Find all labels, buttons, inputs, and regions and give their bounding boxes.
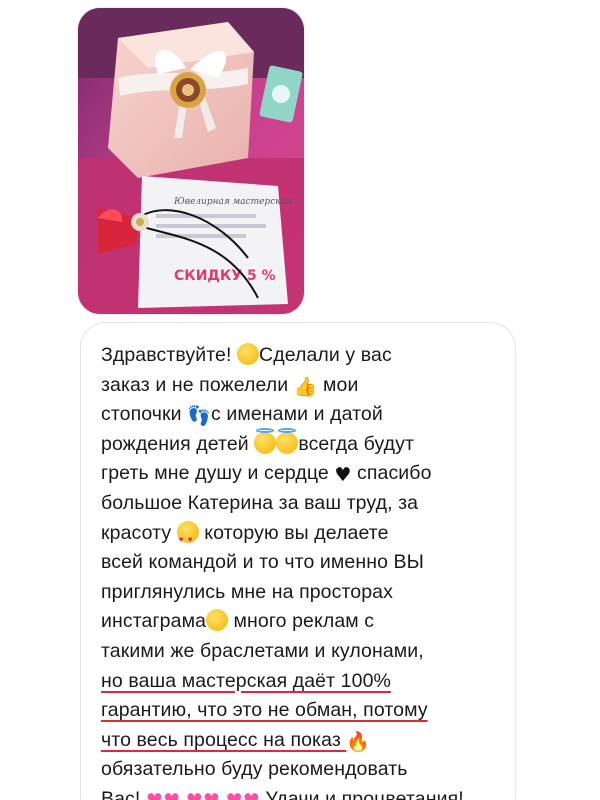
message-text: приглянулись мне на просторах — [101, 580, 393, 603]
message-line: но ваша мастерская даёт 100% — [101, 667, 495, 697]
message-text: рождения детей — [101, 432, 255, 455]
underlined-text: гарантию, что это не обман, потому — [101, 699, 428, 722]
message-line: обязательно буду рекомендовать — [101, 755, 495, 785]
message-line: приглянулись мне на просторах — [101, 578, 495, 608]
message-text: мои — [317, 373, 359, 396]
underlined-text: но ваша мастерская даёт 100% — [101, 669, 391, 692]
message-text: стопочки — [101, 403, 188, 426]
message-text: с именами и датой — [210, 403, 383, 426]
heart-eyes-icon — [176, 520, 199, 554]
message-text: Сделали у вас — [259, 344, 392, 366]
message-line: стопочки 👣с именами и датой — [101, 400, 495, 430]
message-line: гарантию, что это не обман, потому — [101, 696, 495, 726]
photo-message[interactable]: Ювелирная мастерская СКИДКУ 5 % — [78, 8, 304, 314]
message-line: большое Катерина за ваш труд, за — [101, 489, 495, 519]
smiling-face-icon — [237, 343, 260, 365]
two-hearts-icon: ♥♥ — [146, 791, 180, 800]
photo-discount-lettering: СКИДКУ 5 % — [174, 268, 276, 284]
message-line: инстаграма много реклам с — [101, 607, 495, 637]
message-line: заказ и не пожелели 👍 мои — [101, 371, 495, 401]
message-text: много реклам с — [228, 610, 375, 633]
message-text: всей командой и то что именно ВЫ — [101, 551, 425, 574]
message-text: Удачи и процветания! — [259, 787, 464, 800]
message-text: Вас! — [101, 787, 146, 800]
underlined-text: что весь процесс на показ — [101, 728, 347, 751]
black-heart-icon: ♥ — [334, 464, 352, 487]
message-text: такими же браслетами и кулонами, — [101, 639, 424, 662]
message-text: обязательно буду рекомендовать — [101, 758, 408, 781]
photo-card-lettering: Ювелирная мастерская — [173, 197, 292, 207]
footprints-icon: 👣 — [187, 405, 211, 428]
message-line: всей командой и то что именно ВЫ — [101, 548, 495, 578]
message-text: заказ и не пожелели — [101, 373, 294, 396]
thumbs-up-icon: 👍 — [293, 375, 318, 398]
message-line: Здравствуйте! Сделали у вас — [101, 341, 495, 371]
two-hearts-icon: ♥♥ — [186, 791, 220, 800]
message-text: Здравствуйте! — [101, 344, 238, 366]
gift-box-photo: Ювелирная мастерская СКИДКУ 5 % — [78, 8, 304, 314]
message-line: греть мне душу и сердце ♥ спасибо — [101, 459, 495, 489]
halo-face-icon — [254, 427, 277, 454]
message-text: греть мне душу и сердце — [101, 462, 335, 485]
message-text: большое Катерина за ваш труд, за — [101, 491, 419, 514]
message-text: которую вы делаете — [198, 521, 389, 544]
message-line: красоту которую вы делаете — [101, 519, 495, 554]
message-line: такими же браслетами и кулонами, — [101, 637, 495, 667]
halo-face-icon — [276, 427, 299, 454]
message-text: спасибо — [351, 462, 432, 485]
smiling-face-icon — [206, 609, 229, 632]
message-line: рождения детей всегда будут — [101, 427, 495, 460]
message-text: красоту — [101, 521, 177, 544]
message-bubble[interactable]: Здравствуйте! Сделали у вас заказ и не по… — [80, 322, 516, 800]
message-line: Вас! ♥♥ ♥♥ ♥♥ Удачи и процветания! — [101, 785, 495, 800]
message-text: инстаграма — [101, 610, 207, 633]
chat-thread: Ювелирная мастерская СКИДКУ 5 % Здравств… — [0, 0, 600, 800]
two-hearts-icon: ♥♥ — [226, 791, 260, 800]
message-text: всегда будут — [298, 432, 415, 455]
message-line: что весь процесс на показ 🔥 — [101, 726, 495, 756]
fire-icon: 🔥 — [346, 730, 371, 753]
